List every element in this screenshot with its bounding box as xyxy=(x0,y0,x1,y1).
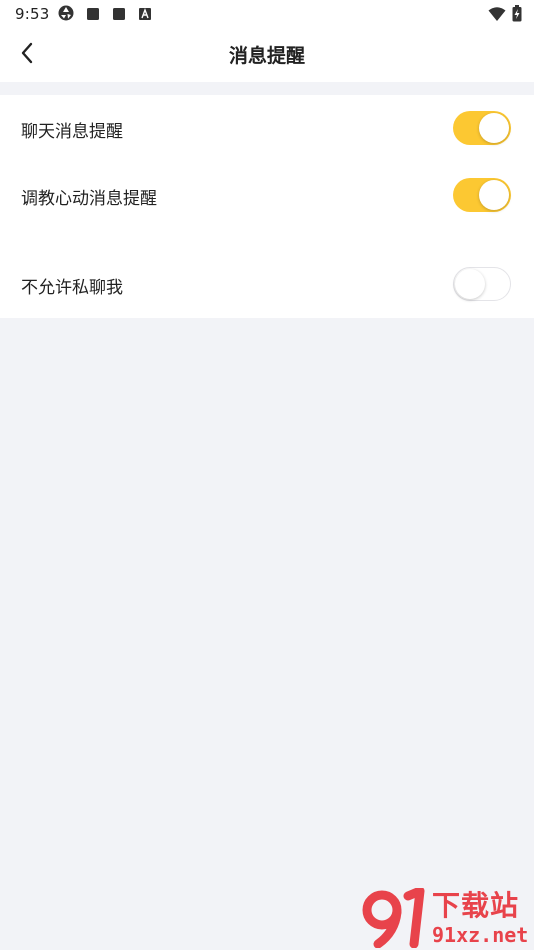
battery-charging-icon xyxy=(512,5,522,26)
block-private-chat-toggle[interactable] xyxy=(453,267,511,301)
toggle-knob xyxy=(479,180,509,210)
setting-label: 不允许私聊我 xyxy=(21,278,123,298)
aperture-icon xyxy=(58,5,74,25)
watermark-logo-icon xyxy=(362,888,425,948)
setting-row-heartbeat-notification: 调教心动消息提醒 xyxy=(0,170,534,220)
status-icons-left xyxy=(58,5,152,25)
watermark-cn-text: 下载站 xyxy=(432,889,520,922)
watermark: 下载站 91xz.net xyxy=(362,888,534,948)
setting-label: 调教心动消息提醒 xyxy=(21,189,157,209)
settings-card: 聊天消息提醒 调教心动消息提醒 不允许私聊我 xyxy=(0,95,534,318)
page-title: 消息提醒 xyxy=(228,45,305,67)
setting-row-chat-notification: 聊天消息提醒 xyxy=(0,103,534,153)
status-bar: 9:53 xyxy=(0,0,534,28)
watermark-url-text: 91xz.net xyxy=(432,923,529,947)
wifi-icon xyxy=(488,6,506,26)
toggle-knob xyxy=(455,269,485,299)
setting-row-block-private-chat: 不允许私聊我 xyxy=(0,259,534,309)
chat-notification-toggle[interactable] xyxy=(453,111,511,145)
a-badge-icon xyxy=(138,6,152,25)
notification-square-icon xyxy=(86,6,100,25)
status-time: 9:53 xyxy=(15,5,50,23)
app-bar: 消息提醒 xyxy=(0,28,534,82)
setting-label: 聊天消息提醒 xyxy=(21,122,123,142)
heartbeat-notification-toggle[interactable] xyxy=(453,178,511,212)
status-icons-right xyxy=(488,5,522,26)
toggle-knob xyxy=(479,113,509,143)
notification-square-icon xyxy=(112,6,126,25)
